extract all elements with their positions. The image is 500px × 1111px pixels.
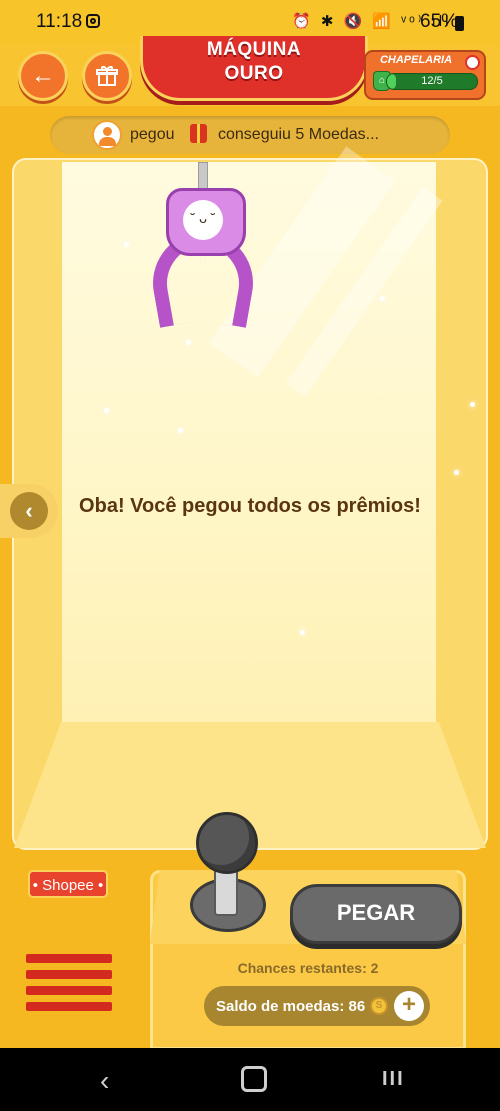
nav-back-button[interactable]: ‹	[100, 1065, 109, 1097]
activity-ticker: pegou conseguiu 5 Moedas...	[50, 116, 450, 154]
gift-button[interactable]	[82, 51, 132, 101]
sparkle	[300, 630, 305, 635]
pegar-button[interactable]: PEGAR	[290, 884, 462, 944]
status-time: 11:18	[36, 11, 83, 32]
result-message: Oba! Você pegou todos os prêmios!	[79, 495, 421, 517]
page-title: MÁQUINA OURO	[140, 38, 368, 86]
ticker-user: pegou	[130, 126, 175, 143]
claw-machine-glass	[62, 146, 443, 722]
menu-line	[26, 954, 112, 963]
sparkle	[178, 428, 183, 433]
claw-face-icon: ˘ ᴗ ˘	[183, 200, 223, 240]
coin-balance: Saldo de moedas: 86	[216, 998, 366, 1015]
chevron-left-icon: ‹	[25, 498, 33, 523]
nav-home-button[interactable]	[241, 1066, 267, 1092]
sparkle	[186, 340, 191, 345]
coin-icon: S	[370, 997, 388, 1015]
sparkle	[454, 470, 459, 475]
add-coins-button[interactable]: +	[394, 991, 424, 1021]
sparkle	[104, 408, 109, 413]
battery-icon	[455, 16, 464, 31]
chapelaria-progress-text: 12/5	[421, 75, 443, 87]
chapelaria-card[interactable]: CHAPELARIA ⌂ 12/5	[364, 50, 486, 100]
battery-percent: 65%	[420, 11, 459, 32]
menu-line	[26, 970, 112, 979]
notification-dot	[465, 55, 480, 70]
sparkle	[380, 296, 385, 301]
ticker-message: conseguiu 5 Moedas...	[218, 126, 379, 143]
nav-recent-button[interactable]: III	[382, 1068, 405, 1091]
gift-icon	[96, 66, 118, 86]
sparkle	[470, 402, 475, 407]
shopee-badge: • Shopee •	[28, 870, 108, 898]
chapelaria-progress: 12/5	[386, 73, 478, 90]
back-button[interactable]: ←	[18, 51, 68, 101]
title-line-1: MÁQUINA	[206, 39, 302, 60]
avatar	[92, 120, 122, 150]
chapelaria-label: CHAPELARIA	[379, 54, 453, 66]
sparkle	[124, 242, 129, 247]
menu-line	[26, 986, 112, 995]
prev-machine-button[interactable]: ‹	[10, 492, 48, 530]
menu-button[interactable]	[26, 950, 112, 1020]
joystick[interactable]	[196, 812, 258, 874]
chances-remaining: Chances restantes: 2	[237, 960, 379, 976]
title-line-2: OURO	[224, 63, 284, 84]
instagram-icon	[86, 14, 100, 28]
gift-box-icon	[190, 124, 207, 143]
arrow-left-icon: ←	[31, 62, 55, 89]
menu-line	[26, 1002, 112, 1011]
